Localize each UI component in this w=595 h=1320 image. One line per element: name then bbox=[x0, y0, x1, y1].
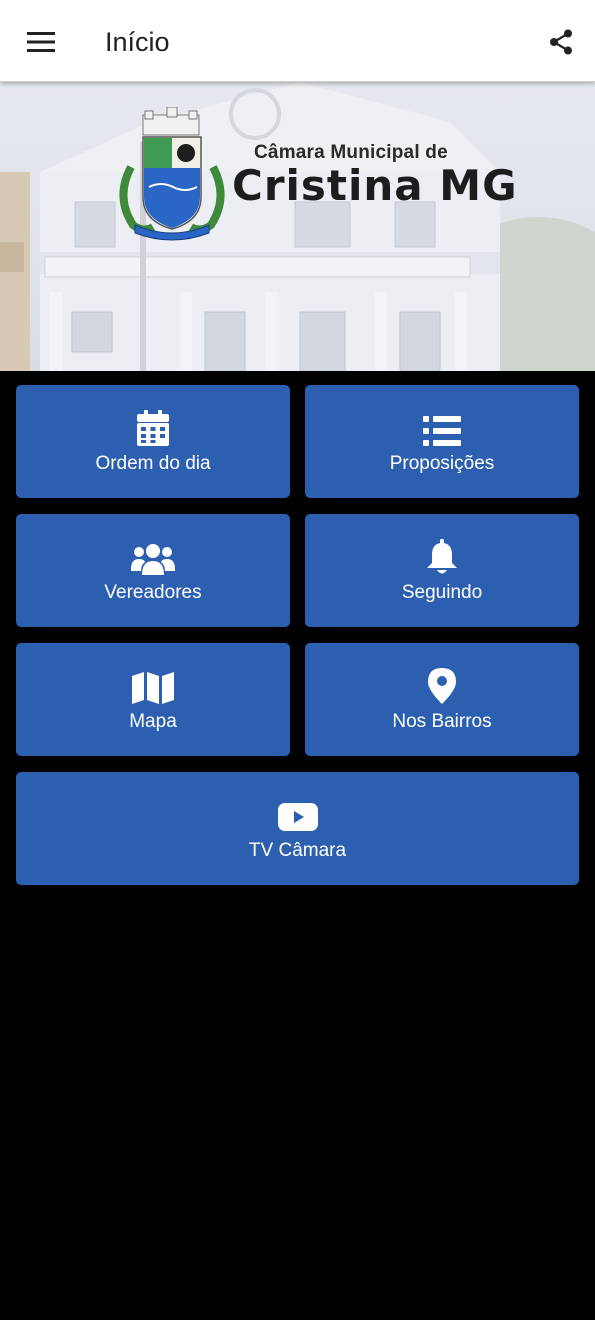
users-icon bbox=[131, 543, 175, 575]
map-pin-icon bbox=[428, 667, 456, 704]
tile-label: Vereadores bbox=[104, 581, 202, 603]
tile-label: Proposições bbox=[389, 452, 495, 474]
menu-button[interactable] bbox=[18, 22, 64, 62]
tile-label: Nos Bairros bbox=[392, 710, 492, 732]
calendar-icon bbox=[137, 409, 169, 446]
share-icon bbox=[550, 29, 572, 55]
list-icon bbox=[423, 415, 461, 446]
map-icon bbox=[132, 671, 174, 704]
tile-label: TV Câmara bbox=[248, 839, 347, 861]
bell-icon bbox=[427, 538, 457, 573]
tile-seguindo[interactable]: Seguindo bbox=[305, 514, 579, 627]
hamburger-menu-icon bbox=[27, 32, 55, 52]
building-background-image bbox=[0, 82, 595, 371]
tile-ordem-do-dia[interactable]: Ordem do dia bbox=[16, 385, 290, 498]
page-title: Início bbox=[105, 27, 170, 57]
tile-vereadores[interactable]: Vereadores bbox=[16, 514, 290, 627]
tile-label: Ordem do dia bbox=[95, 452, 211, 474]
tile-proposicoes[interactable]: Proposições bbox=[305, 385, 579, 498]
tile-label: Mapa bbox=[129, 710, 177, 732]
tile-nos-bairros[interactable]: Nos Bairros bbox=[305, 643, 579, 756]
app-bar: Início bbox=[0, 0, 595, 82]
youtube-icon bbox=[277, 802, 318, 831]
banner-title: Cristina MG bbox=[232, 161, 518, 210]
header-banner: Câmara Municipal de Cristina MG bbox=[0, 82, 595, 371]
tile-mapa[interactable]: Mapa bbox=[16, 643, 290, 756]
coat-of-arms-logo bbox=[119, 107, 225, 241]
tile-tv-camara[interactable]: TV Câmara bbox=[16, 772, 579, 885]
tile-label: Seguindo bbox=[401, 581, 483, 603]
share-button[interactable] bbox=[541, 22, 581, 62]
